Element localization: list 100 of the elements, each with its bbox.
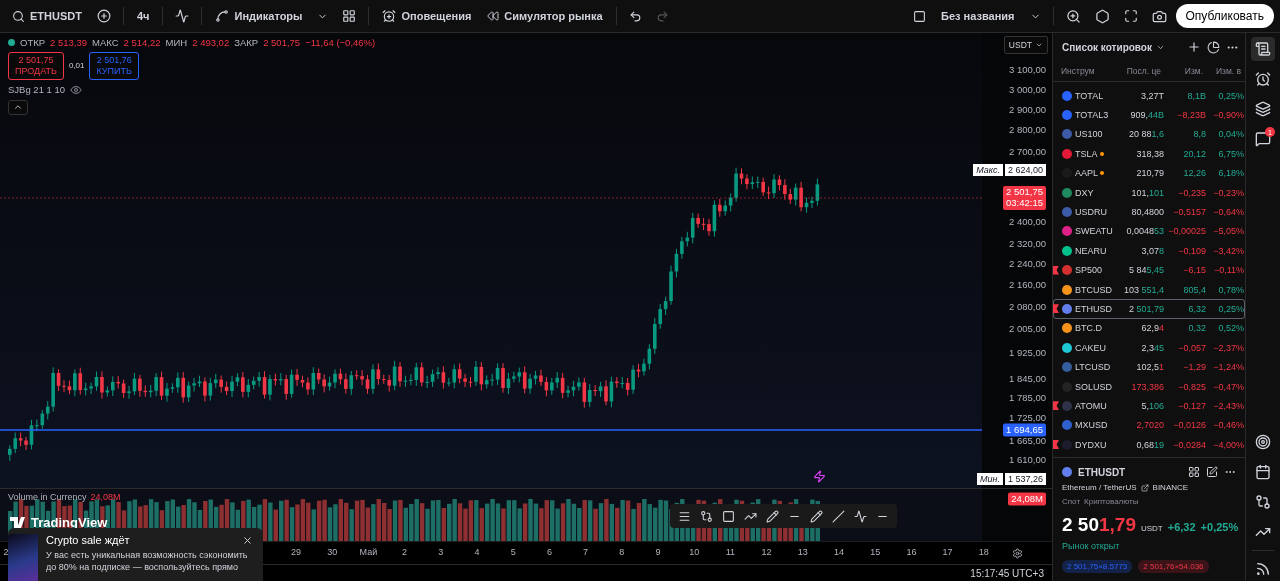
symbol-name: USDRU	[1075, 207, 1107, 218]
change-value: 805,4	[1182, 284, 1206, 295]
currency-label: USDT	[1140, 524, 1163, 533]
interval-button[interactable]: 4ч	[130, 7, 156, 25]
symbol-name: US100	[1075, 129, 1103, 140]
time-axis-label: 3	[438, 547, 444, 557]
change-percent: 0,25%	[1217, 304, 1244, 314]
indicators-button[interactable]: Индикаторы	[209, 6, 309, 26]
watchlist-row[interactable]: DYDXU 0,6819 −0,0284 −4,00%	[1053, 435, 1245, 455]
symbol-search-button[interactable]: ETHUSDT	[6, 6, 88, 26]
change-percent: −1,24%	[1212, 362, 1244, 373]
watchlist-row[interactable]: CAKEU 2,345 −0,057 −2,37%	[1053, 338, 1245, 358]
price-axis-label: 2 700,00	[1009, 146, 1046, 158]
watchlist-row[interactable]: BTC.D 62,94 0,32 0,52%	[1053, 318, 1245, 339]
replay-button[interactable]: Симулятор рынка	[481, 7, 609, 25]
watchlist-row[interactable]: LTCUSD 102,51 −1,29 −1,24%	[1053, 357, 1245, 377]
change-value: 0,32	[1187, 323, 1206, 334]
price-axis-label: 1 925,00	[1009, 347, 1046, 359]
exchange-name: BINANCE	[1152, 483, 1189, 492]
change-value: −0,825	[1177, 381, 1206, 392]
time-axis-label: 11	[725, 547, 736, 557]
change-value: 20,12	[1182, 148, 1206, 159]
watchlist-row[interactable]: DXY 101,101 −0,235 −0,23%	[1053, 182, 1245, 203]
price-axis-label: 2 900,00	[1009, 104, 1046, 116]
watchlist-row[interactable]: TOTAL 3,27T 8,1B 0,25%	[1053, 86, 1245, 106]
change-percent: 0,78%	[1217, 284, 1244, 295]
buy-button[interactable]: 2 501,76 КУПИТЬ	[89, 52, 139, 80]
low-label: Мин.	[977, 473, 1003, 485]
change-value: 8,8	[1192, 129, 1206, 140]
symbol-name: LTCUSD	[1075, 362, 1111, 373]
publish-button[interactable]: Опубликовать	[1175, 4, 1274, 28]
watchlist-row[interactable]: SOLUSD 173,386 −0,825 −0,47%	[1053, 376, 1245, 397]
symbol-name: AAPL	[1075, 168, 1098, 179]
price-axis-label: 2 400,00	[1009, 216, 1046, 228]
market-status: Рынок открыт	[1062, 541, 1121, 551]
time-axis-label: 16	[906, 547, 917, 557]
watchlist-row[interactable]: SWEATU 0,004853 −0,00025 −5,05%	[1053, 221, 1245, 242]
price-axis-label: 2 320,00	[1009, 238, 1046, 250]
symbol-name: SOLUSD	[1075, 381, 1112, 392]
column-header[interactable]: Посл. це	[1117, 66, 1161, 76]
change-percent: −0,47%	[1212, 381, 1244, 392]
last-price: 80,4800	[1130, 207, 1164, 218]
column-header[interactable]: Изм.	[1161, 66, 1203, 76]
last-price: 20 881,6	[1127, 129, 1164, 140]
watchlist-row[interactable]: NEARU 3,078 −0,109 −3,42%	[1053, 241, 1245, 261]
change-percent: −0,90%	[1212, 110, 1244, 121]
watchlist-row[interactable]: TSLA 318,38 20,12 6,75%	[1053, 144, 1245, 164]
layout-name-button[interactable]: Без названия	[935, 7, 1021, 25]
column-header[interactable]: Инструм	[1061, 66, 1117, 76]
time-axis-label: 2	[3, 547, 9, 557]
change-value: −0,057	[1177, 342, 1206, 353]
sell-button[interactable]: 2 501,75 ПРОДАТЬ	[8, 52, 64, 80]
price-change: −11,64 (−0,46%)	[305, 37, 376, 48]
change-percent: 0,04%	[1217, 129, 1244, 140]
price-axis-label: 2 005,00	[1009, 323, 1046, 335]
watchlist-row[interactable]: USDRU 80,4800 −0,5157 −0,64%	[1053, 202, 1245, 222]
price-axis-label: 1 845,00	[1009, 373, 1046, 385]
change-value: −0,127	[1177, 400, 1206, 411]
time-axis-label: Май	[359, 547, 378, 557]
change-percent: −4,00%	[1212, 439, 1244, 450]
ohlc-value: 2 493,02	[192, 37, 230, 48]
time-axis-label: 13	[797, 547, 808, 557]
price-axis-label: 1 665,00	[1009, 435, 1046, 447]
toast-text: У вас есть уникальная возможность сэкономить до 80% на подписке — воспользуйтесь прямо	[46, 550, 249, 574]
change-percent: −0,64%	[1212, 207, 1244, 218]
symbol-name: ETHUSDT	[1078, 466, 1127, 478]
symbol-name: BTCUSD	[1075, 284, 1112, 295]
ohlc-label: ОТКР	[20, 37, 46, 48]
symbol-name: CAKEU	[1075, 342, 1106, 353]
last-price: 102,51	[1135, 362, 1164, 373]
change-percent: −2,43%	[1212, 400, 1244, 411]
indicator-legend: SJBg 21 1 10	[8, 84, 66, 96]
time-axis-label: 9	[655, 547, 661, 557]
watchlist-row[interactable]: SP500 5 845,45 −6,15 −0,11%	[1053, 260, 1245, 280]
watchlist-title[interactable]: Список котировок	[1062, 41, 1181, 53]
change-percent: −0,23%	[1212, 187, 1244, 198]
change-value: −0,0126	[1172, 420, 1206, 431]
watchlist-row[interactable]: AAPL 210,79 12,26 6,18%	[1053, 163, 1245, 183]
ohlc-label: МИН	[165, 37, 188, 48]
column-header[interactable]: Изм. в	[1203, 66, 1241, 76]
change-percent: 6,18%	[1217, 168, 1244, 179]
change-percent: −0,11%	[1212, 265, 1244, 276]
change-value: +6,32	[1167, 521, 1196, 533]
watchlist-row[interactable]: MXUSD 2,7020 −0,0126 −0,46%	[1053, 415, 1245, 436]
volume-label: Volume in Currency	[8, 492, 87, 502]
price-axis-label: 1 610,00	[1009, 454, 1046, 466]
change-value: −0,109	[1177, 245, 1206, 256]
clock: 15:17:45 UTC+3	[970, 567, 1044, 579]
change-value: 8,1B	[1186, 90, 1206, 101]
alerts-button[interactable]: Оповещения	[376, 6, 478, 26]
watchlist-row[interactable]: ETHUSD 2 501,79 6,32 0,25%	[1053, 299, 1245, 319]
watchlist-row[interactable]: ATOMU 5,106 −0,127 −2,43%	[1053, 396, 1245, 416]
last-price: 2,345	[1140, 342, 1164, 353]
price-axis-label: 3 100,00	[1009, 64, 1046, 76]
change-percent: 0,25%	[1217, 90, 1244, 101]
watchlist-row[interactable]: TOTAL3 909,44B −8,23B −0,90%	[1053, 105, 1245, 125]
symbol-name: ATOMU	[1075, 400, 1107, 411]
watchlist-row[interactable]: US100 20 881,6 8,8 0,04%	[1053, 124, 1245, 145]
currency-dropdown[interactable]: USDT	[1003, 36, 1048, 54]
watchlist-row[interactable]: BTCUSD 103 551,4 805,4 0,78%	[1053, 279, 1245, 300]
